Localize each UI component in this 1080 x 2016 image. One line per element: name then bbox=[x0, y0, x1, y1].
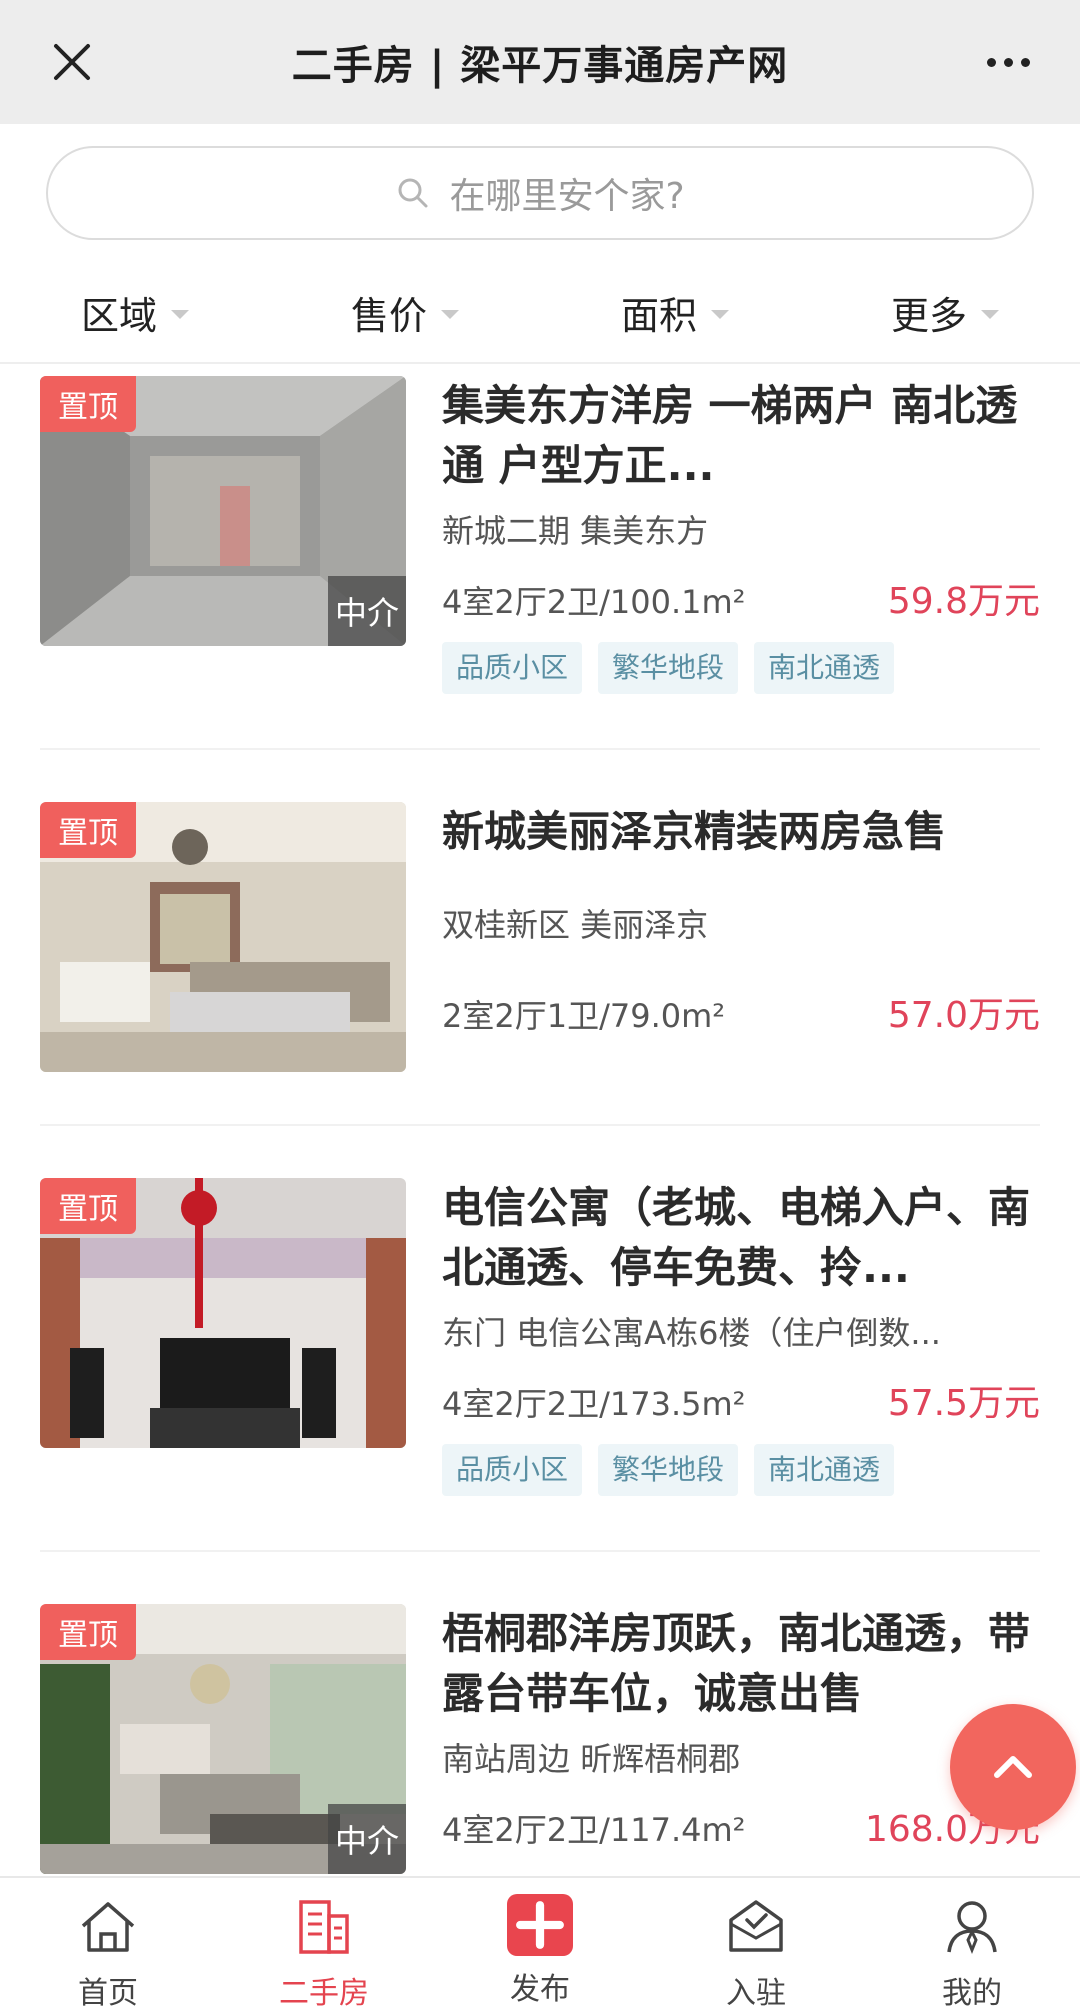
search-icon bbox=[398, 178, 428, 208]
caret-down-icon bbox=[171, 309, 189, 319]
listing-location: 双桂新区 美丽泽京 bbox=[442, 906, 709, 944]
more-button[interactable] bbox=[976, 30, 1040, 94]
agent-badge: 中介 bbox=[328, 576, 406, 646]
checkin-icon bbox=[729, 1900, 783, 1952]
filter-bar: 区域 售价 面积 更多 bbox=[0, 262, 1080, 364]
tag-list: 品质小区 繁华地段 南北通透 bbox=[442, 1444, 1040, 1496]
nav-label: 发布 bbox=[510, 1972, 570, 2007]
listing-photo: 置顶 中介 bbox=[40, 376, 406, 646]
chevron-up-icon bbox=[994, 1756, 1032, 1778]
listing-specs: 2室2厅1卫/79.0m² bbox=[442, 997, 726, 1035]
divider bbox=[40, 748, 1040, 750]
listing-title: 集美东方洋房 一梯两户 南北透通 户型方正... bbox=[442, 381, 1018, 490]
scroll-top-button[interactable] bbox=[950, 1704, 1076, 1830]
filter-more[interactable]: 更多 bbox=[810, 262, 1080, 362]
listing-specs: 4室2厅2卫/173.5m² bbox=[442, 1385, 746, 1423]
listing-info: 梧桐郡洋房顶跃，南北通透，带露台带车位，诚意出售 南站周边 昕辉梧桐郡 4室2厅… bbox=[442, 1604, 1040, 1852]
nav-label: 二手房 bbox=[279, 1976, 369, 2011]
filter-label: 售价 bbox=[350, 293, 427, 338]
listing-item[interactable]: 置顶 新城美丽泽京精装两房急售 双桂新区 美丽泽京 2室2厅1卫/79.0m² … bbox=[40, 802, 1040, 1072]
listing-info: 电信公寓（老城、电梯入户、南北通透、停车免费、拎... 东门 电信公寓A栋6楼（… bbox=[442, 1178, 1040, 1496]
filter-label: 更多 bbox=[890, 293, 967, 338]
listing-location: 新城二期 集美东方 bbox=[442, 512, 709, 550]
specs-row: 2室2厅1卫/79.0m² 57.0万元 bbox=[442, 986, 1040, 1038]
listing-item[interactable]: 置顶 中介 集美东方洋房 一梯两户 南北透通 户型方正... 新城二期 集美东方… bbox=[40, 376, 1040, 694]
agent-badge: 中介 bbox=[328, 1804, 406, 1874]
close-icon bbox=[54, 44, 90, 80]
more-dot bbox=[1003, 57, 1013, 67]
listing-info: 新城美丽泽京精装两房急售 双桂新区 美丽泽京 2室2厅1卫/79.0m² 57.… bbox=[442, 802, 1040, 1038]
pinned-badge: 置顶 bbox=[40, 376, 136, 432]
nav-publish[interactable]: 发布 bbox=[432, 1878, 648, 2016]
specs-row: 4室2厅2卫/100.1m² 59.8万元 bbox=[442, 572, 1040, 624]
divider bbox=[40, 1124, 1040, 1126]
tag: 繁华地段 bbox=[598, 642, 739, 694]
listing-photo: 置顶 bbox=[40, 802, 406, 1072]
listing-price: 57.0万元 bbox=[887, 995, 1040, 1036]
caret-down-icon bbox=[711, 309, 729, 319]
listing-item[interactable]: 置顶 中介 梧桐郡洋房顶跃，南北通透，带露台带车位，诚意出售 南站周边 昕辉梧桐… bbox=[40, 1604, 1040, 1874]
caret-down-icon bbox=[981, 309, 999, 319]
pinned-badge: 置顶 bbox=[40, 1178, 136, 1234]
nav-mine[interactable]: 我的 bbox=[864, 1878, 1080, 2016]
tag: 品质小区 bbox=[442, 642, 583, 694]
top-bar: 二手房 | 梁平万事通房产网 bbox=[0, 0, 1080, 124]
plus-icon bbox=[507, 1894, 573, 1956]
nav-label: 首页 bbox=[78, 1976, 138, 2011]
specs-row: 4室2厅2卫/173.5m² 57.5万元 bbox=[442, 1374, 1040, 1426]
building-icon bbox=[299, 1900, 349, 1954]
nav-checkin[interactable]: 入驻 bbox=[648, 1878, 864, 2016]
tag: 南北通透 bbox=[754, 642, 895, 694]
tag: 品质小区 bbox=[442, 1444, 583, 1496]
listing-info: 集美东方洋房 一梯两户 南北透通 户型方正... 新城二期 集美东方 4室2厅2… bbox=[442, 376, 1040, 694]
listing-title: 电信公寓（老城、电梯入户、南北通透、停车免费、拎... bbox=[442, 1183, 1031, 1292]
nav-label: 我的 bbox=[942, 1976, 1002, 2011]
listing-photo: 置顶 中介 bbox=[40, 1604, 406, 1874]
filter-size[interactable]: 面积 bbox=[540, 262, 810, 362]
more-icon bbox=[986, 57, 996, 67]
divider bbox=[40, 1550, 1040, 1552]
specs-row: 4室2厅2卫/117.4m² 168.0万元 bbox=[442, 1800, 1040, 1852]
more-dot bbox=[1020, 57, 1030, 67]
nav-home[interactable]: 首页 bbox=[0, 1878, 216, 2016]
home-icon bbox=[81, 1902, 135, 1952]
listing-photo: 置顶 bbox=[40, 1178, 406, 1448]
listing-title: 新城美丽泽京精装两房急售 bbox=[442, 807, 947, 856]
caret-down-icon bbox=[441, 309, 459, 319]
filter-price[interactable]: 售价 bbox=[270, 262, 540, 362]
pinned-badge: 置顶 bbox=[40, 1604, 136, 1660]
listing-price: 59.8万元 bbox=[887, 581, 1040, 622]
listing-specs: 4室2厅2卫/117.4m² bbox=[442, 1811, 746, 1849]
listing-location: 东门 电信公寓A栋6楼（住户倒数... bbox=[442, 1314, 941, 1352]
listing-title: 梧桐郡洋房顶跃，南北通透，带露台带车位，诚意出售 bbox=[442, 1609, 1031, 1718]
search-placeholder: 在哪里安个家? bbox=[449, 176, 685, 217]
nav-second-hand[interactable]: 二手房 bbox=[216, 1878, 432, 2016]
nav-label: 入驻 bbox=[726, 1976, 786, 2011]
pinned-badge: 置顶 bbox=[40, 802, 136, 858]
close-button[interactable] bbox=[40, 30, 104, 94]
tag: 南北通透 bbox=[754, 1444, 895, 1496]
listing-price: 57.5万元 bbox=[887, 1383, 1040, 1424]
page-title: 二手房 | 梁平万事通房产网 bbox=[291, 43, 789, 89]
user-icon bbox=[947, 1901, 997, 1955]
listing-specs: 4室2厅2卫/100.1m² bbox=[442, 583, 746, 621]
bottom-nav: 首页 二手房 发布 入驻 我的 bbox=[0, 1876, 1080, 2016]
filter-label: 面积 bbox=[620, 293, 697, 338]
search-input[interactable]: 在哪里安个家? bbox=[46, 146, 1034, 240]
filter-area[interactable]: 区域 bbox=[0, 262, 270, 362]
listing-item[interactable]: 置顶 电信公寓（老城、电梯入户、南北通透、停车免费、拎... 东门 电信公寓A栋… bbox=[40, 1178, 1040, 1496]
filter-label: 区域 bbox=[80, 293, 157, 338]
tag: 繁华地段 bbox=[598, 1444, 739, 1496]
tag-list: 品质小区 繁华地段 南北通透 bbox=[442, 642, 1040, 694]
